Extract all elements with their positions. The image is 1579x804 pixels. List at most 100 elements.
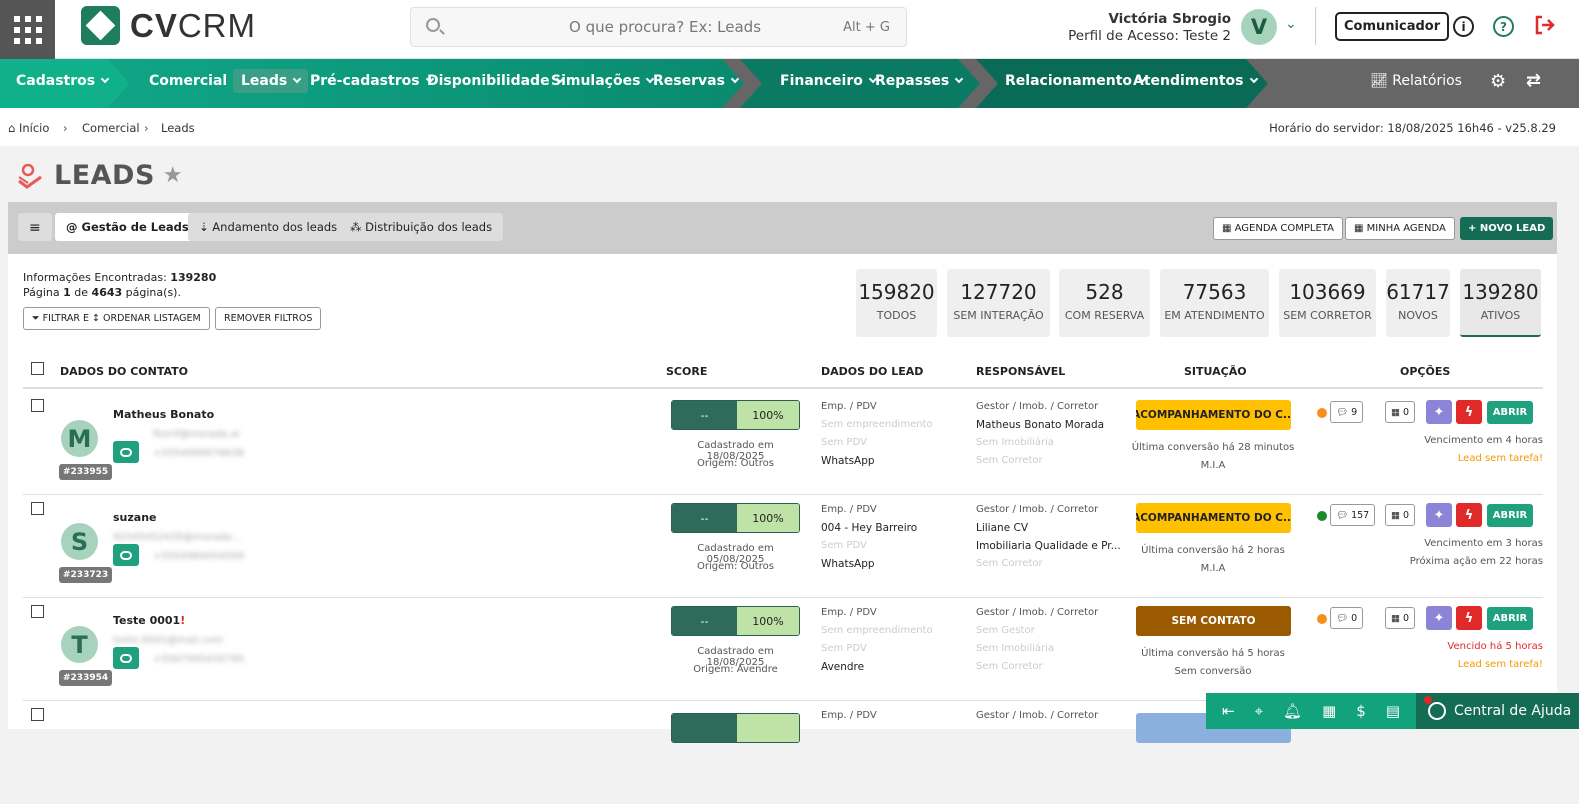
stat-ativos[interactable]: 139280 ATIVOS	[1460, 269, 1541, 337]
chat-icon	[120, 447, 132, 457]
nav-repasses[interactable]: Repasses	[875, 73, 964, 89]
chevron-down-icon[interactable]: ⌄	[1285, 16, 1297, 32]
lead-name[interactable]: Teste 0001!	[113, 614, 185, 627]
tab-gestao-leads[interactable]: @ Gestão de Leads	[55, 213, 200, 241]
results-info: Informações Encontradas: 139280 Página 1…	[23, 271, 217, 299]
messages-button[interactable]: 💬︎ 0	[1330, 607, 1364, 629]
sparkle-ai-icon[interactable]: ✦	[1426, 400, 1452, 424]
status-badge: SEM CONTATO	[1136, 606, 1291, 636]
sparkle-ai-icon[interactable]: ✦	[1426, 606, 1452, 630]
nav-atendimentos[interactable]: Atendimentos	[1133, 73, 1258, 89]
messages-button[interactable]: 💬︎ 9	[1330, 401, 1364, 423]
bell-icon[interactable]: 🔔︎	[1283, 702, 1302, 720]
novo-lead-button[interactable]: + NOVO LEAD	[1460, 217, 1554, 240]
filter-order-button[interactable]: ⏷ FILTRAR E ↕ ORDENAR LISTAGEM	[23, 307, 210, 330]
alert-icon: !	[180, 614, 186, 627]
tab-distribuicao-leads[interactable]: ⁂ Distribuição dos leads	[339, 213, 504, 241]
calendar-icon: ▦	[1354, 223, 1367, 234]
favorite-star-icon[interactable]: ★	[163, 163, 183, 188]
breadcrumb-home[interactable]: ⌂ Início	[8, 121, 49, 135]
stat-novos[interactable]: 61717 NOVOS	[1386, 269, 1450, 337]
help-icon[interactable]: ?	[1493, 16, 1514, 37]
user-info[interactable]: Victória Sbrogio Perfil de Acesso: Teste…	[1068, 11, 1231, 45]
nav-relacionamento[interactable]: Relacionamento	[1005, 73, 1147, 89]
nav-disponibilidade[interactable]: Disponibilidade	[427, 73, 564, 89]
table-row[interactable]: T #233954 Teste 0001! teste.0001@mail.co…	[23, 597, 1543, 701]
chat-button[interactable]	[113, 441, 139, 463]
nav-financeiro[interactable]: Financeiro	[780, 73, 878, 89]
info-icon[interactable]: i	[1453, 16, 1474, 37]
lead-email: 92545452435@morada...	[113, 532, 242, 543]
nav-relatorios[interactable]: 📈︎ Relatórios	[1370, 73, 1462, 89]
stat-todos[interactable]: 159820 TODOS	[856, 269, 937, 337]
stat-em-atendimento[interactable]: 77563 EM ATENDIMENTO	[1160, 269, 1269, 337]
chart-icon: 📈︎	[1370, 73, 1393, 89]
swap-arrows-icon[interactable]: ⇄	[1526, 70, 1541, 91]
bolt-icon[interactable]: ϟ	[1456, 400, 1482, 424]
stat-sem-corretor[interactable]: 103669 SEM CORRETOR	[1279, 269, 1376, 337]
bolt-icon[interactable]: ϟ	[1456, 503, 1482, 527]
user-avatar[interactable]: V	[1241, 9, 1277, 45]
row-checkbox[interactable]	[31, 605, 44, 618]
menu-toggle-button[interactable]: ≡	[18, 213, 52, 241]
score-bar: -- 100%	[671, 606, 800, 636]
table-row[interactable]: M #233955 Matheus Bonato fbonf@morada.ai…	[23, 391, 1543, 495]
calculator-icon[interactable]: ▤	[1386, 702, 1400, 720]
messages-button[interactable]: 💬︎ 157	[1330, 504, 1376, 526]
stat-com-reserva[interactable]: 528 COM RESERVA	[1059, 269, 1150, 337]
lead-email: teste.0001@mail.com	[113, 635, 223, 646]
calendar-icon: ▦	[1222, 223, 1235, 234]
status-dot	[1317, 511, 1327, 521]
status-badge: ACOMPANHAMENTO DO C...	[1136, 400, 1291, 430]
lead-name[interactable]: Matheus Bonato	[113, 408, 214, 421]
apps-menu-button[interactable]	[0, 0, 55, 59]
abrir-button[interactable]: ABRIR	[1487, 607, 1533, 630]
row-checkbox[interactable]	[31, 399, 44, 412]
bolt-icon[interactable]: ϟ	[1456, 606, 1482, 630]
chat-button[interactable]	[113, 544, 139, 566]
leads-icon	[16, 161, 46, 191]
tabs-bar: ≡ @ Gestão de Leads ⇣ Andamento dos lead…	[8, 202, 1557, 254]
collapse-left-icon[interactable]: ⇤	[1222, 702, 1235, 720]
abrir-button[interactable]: ABRIR	[1487, 401, 1533, 424]
minha-agenda-button[interactable]: ▦ MINHA AGENDA	[1345, 217, 1455, 240]
nav-simulacoes[interactable]: Simulações	[551, 73, 655, 89]
nav-pre-cadastros[interactable]: Pré-cadastros	[310, 73, 434, 89]
calendar-button[interactable]: ▦ 0	[1385, 504, 1416, 526]
comments-icon: 💬︎	[1336, 406, 1349, 418]
map-pin-icon[interactable]: ⌖	[1255, 702, 1263, 720]
lead-name[interactable]: suzane	[113, 511, 157, 524]
calendar-icon: ▦	[1391, 509, 1400, 521]
row-checkbox[interactable]	[31, 502, 44, 515]
chat-button[interactable]	[113, 647, 139, 669]
comunicador-button[interactable]: Comunicador	[1335, 12, 1450, 41]
row-checkbox[interactable]	[31, 708, 44, 721]
nav-comercial[interactable]: Comercial	[149, 73, 242, 89]
logout-icon[interactable]	[1532, 13, 1556, 37]
calendar-icon[interactable]: ▦	[1322, 702, 1336, 720]
select-all-checkbox[interactable]	[31, 362, 44, 375]
search-input[interactable]: O que procura? Ex: Leads Alt + G	[410, 7, 907, 47]
stat-sem-interacao[interactable]: 127720 SEM INTERAÇÃO	[947, 269, 1050, 337]
breadcrumb-comercial[interactable]: Comercial	[82, 121, 140, 135]
nav-leads[interactable]: Leads	[233, 69, 309, 93]
calendar-button[interactable]: ▦ 0	[1385, 607, 1416, 629]
help-center-button[interactable]: Central de Ajuda	[1416, 693, 1579, 729]
agenda-completa-button[interactable]: ▦ AGENDA COMPLETA	[1213, 217, 1343, 240]
nav-reservas[interactable]: Reservas	[653, 73, 740, 89]
leads-panel: Informações Encontradas: 139280 Página 1…	[8, 254, 1557, 743]
top-bar: CVCRM O que procura? Ex: Leads Alt + G V…	[0, 0, 1579, 59]
table-row[interactable]: S #233723 suzane 92545452435@morada... +…	[23, 494, 1543, 598]
chat-icon	[120, 653, 132, 663]
abrir-button[interactable]: ABRIR	[1487, 504, 1533, 527]
dollar-icon[interactable]: $	[1356, 702, 1366, 720]
nav-cadastros[interactable]: Cadastros	[16, 73, 110, 89]
sparkle-ai-icon[interactable]: ✦	[1426, 503, 1452, 527]
search-placeholder: O que procura? Ex: Leads	[569, 18, 762, 36]
grid-icon	[13, 15, 42, 44]
remove-filters-button[interactable]: REMOVER FILTROS	[215, 307, 322, 330]
calendar-button[interactable]: ▦ 0	[1385, 401, 1416, 423]
settings-gear-icon[interactable]: ⚙	[1490, 71, 1506, 92]
cvcrm-logo[interactable]: CVCRM	[81, 6, 256, 45]
tab-andamento-leads[interactable]: ⇣ Andamento dos leads	[188, 213, 349, 241]
